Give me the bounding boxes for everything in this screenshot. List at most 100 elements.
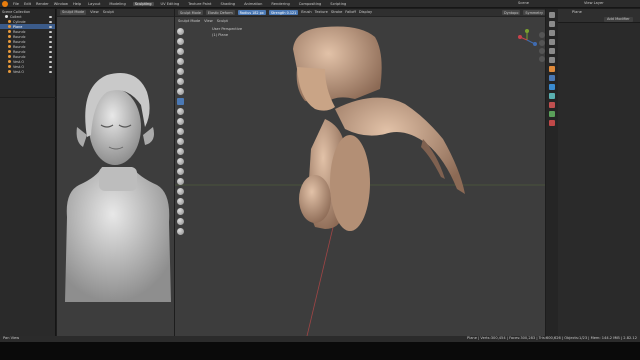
inflate-icon[interactable] (177, 78, 184, 85)
menu-stroke[interactable]: Stroke (331, 10, 342, 15)
outliner-label: Roundc (13, 39, 26, 44)
scene-tab-icon[interactable] (549, 48, 555, 54)
menu-brush[interactable]: Brush (301, 10, 311, 15)
tab-uv-editing[interactable]: UV Editing (159, 2, 182, 6)
outliner: Scene Collection Collect Cylinde Plane R… (0, 9, 56, 97)
brush-selector[interactable]: Elastic Deform (205, 10, 235, 15)
crease-icon[interactable] (177, 108, 184, 115)
main-viewport[interactable] (175, 9, 545, 336)
strength-field[interactable]: Strength 0.121 (268, 10, 299, 15)
eye-icon[interactable] (49, 35, 52, 38)
blender-logo-icon[interactable] (2, 1, 8, 7)
fill-icon[interactable] (177, 138, 184, 145)
physics-tab-icon[interactable] (549, 93, 555, 99)
snake-hook-icon[interactable] (177, 178, 184, 185)
draw-sharp-icon[interactable] (177, 38, 184, 45)
grab-icon[interactable] (177, 168, 184, 175)
modifier-header: Plane Add Modifier (558, 9, 640, 23)
eye-icon[interactable] (49, 65, 52, 68)
symmetry-menu[interactable]: Symmetry (523, 10, 545, 15)
mesh-icon (8, 70, 11, 73)
eye-icon[interactable] (49, 60, 52, 63)
menu-file[interactable]: File (13, 2, 19, 6)
object-tab-icon[interactable] (549, 66, 555, 72)
world-tab-icon[interactable] (549, 57, 555, 63)
clay-strips-icon[interactable] (177, 58, 184, 65)
tab-sculpting[interactable]: Sculpting (132, 2, 154, 6)
outliner-label: Roundc (13, 54, 26, 59)
tab-compositing[interactable]: Compositing (297, 2, 324, 6)
outliner-label: Vest.O (13, 59, 24, 64)
eye-icon[interactable] (49, 15, 52, 18)
output-tab-icon[interactable] (549, 30, 555, 36)
pan-icon[interactable] (539, 40, 545, 46)
tab-scripting[interactable]: Scripting (328, 2, 348, 6)
render-tab-icon[interactable] (549, 21, 555, 27)
eye-icon[interactable] (49, 20, 52, 23)
outliner-label: Roundc (13, 44, 26, 49)
menu-help[interactable]: Help (73, 2, 81, 6)
tab-rendering[interactable]: Rendering (269, 2, 291, 6)
left-viewport[interactable]: Sculpt Mode View Sculpt (57, 9, 174, 336)
material-tab-icon[interactable] (549, 120, 555, 126)
menu-falloff[interactable]: Falloff (345, 10, 356, 15)
constraints-tab-icon[interactable] (549, 102, 555, 108)
scale-icon[interactable] (177, 218, 184, 225)
main-mode-selector[interactable]: Sculpt Mode (178, 19, 200, 24)
menu-render[interactable]: Render (36, 2, 49, 6)
view-layer-selector[interactable]: View Layer (584, 1, 604, 6)
tab-modeling[interactable]: Modeling (107, 2, 127, 6)
clay-icon[interactable] (177, 48, 184, 55)
transform-icon[interactable] (177, 228, 184, 235)
zoom-icon[interactable] (539, 32, 545, 38)
left-mode-selector[interactable]: Sculpt Mode (60, 10, 87, 15)
smooth-icon[interactable] (177, 118, 184, 125)
data-tab-icon[interactable] (549, 111, 555, 117)
eye-icon[interactable] (49, 30, 52, 33)
outliner-row[interactable]: Vest.O (0, 69, 55, 74)
tab-texture-paint[interactable]: Texture Paint (186, 2, 213, 6)
menu-edit[interactable]: Edit (24, 2, 31, 6)
eye-icon[interactable] (49, 40, 52, 43)
grey-sculpt-bust (65, 73, 171, 302)
scene-selector[interactable]: Scene (518, 1, 529, 6)
scrape-icon[interactable] (177, 148, 184, 155)
mask-icon[interactable] (177, 188, 184, 195)
sculpt-toolbar (175, 25, 186, 245)
rotate-icon[interactable] (177, 208, 184, 215)
tab-shading[interactable]: Shading (218, 2, 237, 6)
pinch-icon[interactable] (177, 158, 184, 165)
eye-icon[interactable] (49, 55, 52, 58)
eye-icon[interactable] (49, 25, 52, 28)
radius-field[interactable]: Radius 182 px (237, 10, 266, 15)
main-menu-sculpt[interactable]: Sculpt (217, 19, 228, 24)
menu-window[interactable]: Window (54, 2, 68, 6)
tab-layout[interactable]: Layout (86, 2, 102, 6)
elastic-deform-icon[interactable] (177, 98, 184, 105)
menu-display[interactable]: Display (359, 10, 372, 15)
add-modifier-button[interactable]: Add Modifier (604, 17, 633, 22)
menu-texture[interactable]: Texture (315, 10, 328, 15)
left-menu-sculpt[interactable]: Sculpt (103, 10, 114, 15)
main-menu-view[interactable]: View (204, 19, 213, 24)
eye-icon[interactable] (49, 70, 52, 73)
camera-icon[interactable] (539, 48, 545, 54)
view-layer-tab-icon[interactable] (549, 39, 555, 45)
layer-icon[interactable] (177, 68, 184, 75)
move-icon[interactable] (177, 198, 184, 205)
navigation-gizmo[interactable] (515, 28, 539, 52)
eye-icon[interactable] (49, 45, 52, 48)
modifier-tab-icon[interactable] (549, 75, 555, 81)
blob-icon[interactable] (177, 88, 184, 95)
viewport-overlay-perspective: User Perspective (212, 27, 243, 31)
tool-tab-icon[interactable] (549, 12, 555, 18)
draw-brush-icon[interactable] (177, 28, 184, 35)
eye-icon[interactable] (49, 50, 52, 53)
left-menu-view[interactable]: View (90, 10, 99, 15)
grid-icon[interactable] (539, 56, 545, 62)
flatten-icon[interactable] (177, 128, 184, 135)
mode-selector[interactable]: Sculpt Mode (178, 10, 203, 15)
particles-tab-icon[interactable] (549, 84, 555, 90)
dyntopo-toggle[interactable]: Dyntopo (502, 10, 521, 15)
tab-animation[interactable]: Animation (242, 2, 264, 6)
